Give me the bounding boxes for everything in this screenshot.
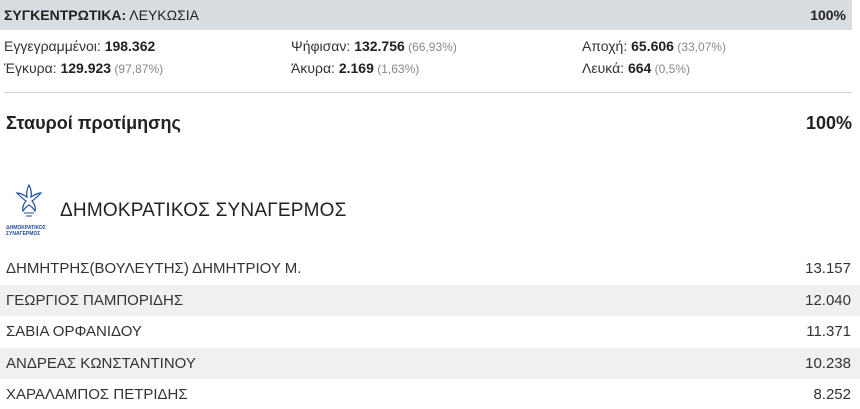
candidate-votes: 11.371 [806, 323, 851, 341]
stat-invalid-value: 2.169 [338, 60, 374, 76]
preferences-header: Σταυροί προτίμησης 100% [6, 110, 852, 136]
stat-invalid-label: Άκυρα: [291, 60, 339, 76]
summary-district: ΛΕΥΚΩΣΙΑ [126, 7, 199, 23]
candidate-votes: 13.157 [805, 260, 851, 278]
party-name: ΔΗΜΟΚΡΑΤΙΚΟΣ ΣΥΝΑΓΕΡΜΟΣ [60, 200, 347, 221]
preferences-percent: 100% [805, 112, 852, 133]
stat-registered-label: Εγγεγραμμένοι: [4, 38, 105, 54]
stat-blank-pct: (0,5%) [651, 62, 690, 76]
candidate-votes: 12.040 [805, 291, 851, 309]
candidate-row: ΔΗΜΗΤΡΗΣ(ΒΟΥΛΕΥΤΗΣ) ΔΗΜΗΤΡΙΟΥ Μ. 13.157 [0, 253, 860, 285]
candidate-name: ΣΑΒΙΑ ΟΡΦΑΝΙΔΟΥ [6, 323, 142, 341]
stat-voted-pct: (66,93%) [404, 40, 457, 54]
stat-valid-label: Έγκυρα: [4, 60, 61, 76]
stat-voted-value: 132.756 [354, 38, 405, 54]
candidate-votes: 8.252 [813, 386, 851, 404]
candidate-row: ΓΕΩΡΓΙΟΣ ΠΑΜΠΟΡΙΔΗΣ 12.040 [0, 284, 860, 316]
candidate-row: ΣΑΒΙΑ ΟΡΦΑΝΙΔΟΥ 11.371 [0, 316, 860, 348]
preferences-title: Σταυροί προτίμησης [6, 112, 181, 133]
stat-voted-label: Ψήφισαν: [291, 38, 355, 54]
stat-blank-label: Λευκά: [582, 60, 628, 76]
party-logo-emblem-icon [15, 183, 43, 217]
stat-registered-value: 198.362 [104, 38, 156, 54]
stat-abstained-value: 65.606 [631, 38, 674, 54]
party-header: ΔΗΜΟΚΡΑΤΙΚΟΣ ΣΥΝΑΓΕΡΜΟΣ ΔΗΜΟΚΡΑΤΙΚΟΣ ΣΥΝ… [6, 182, 347, 240]
candidate-name: ΑΝΔΡΕΑΣ ΚΩΝΣΤΑΝΤΙΝΟΥ [6, 354, 196, 372]
candidate-name: ΓΕΩΡΓΙΟΣ ΠΑΜΠΟΡΙΔΗΣ [6, 291, 184, 309]
stat-voted: Ψήφισαν: 132.756 (66,93%) [291, 38, 457, 54]
stat-blank: Λευκά: 664 (0,5%) [582, 60, 690, 76]
stat-abstained-pct: (33,07%) [673, 40, 726, 54]
party-logo-line2: ΣΥΝΑΓΕΡΜΟΣ [6, 231, 41, 237]
summary-label-bold: ΣΥΓΚΕΝΤΡΩΤΙΚΑ: [4, 7, 127, 23]
stat-abstained: Αποχή: 65.606 (33,07%) [582, 38, 726, 54]
candidate-list: ΔΗΜΗΤΡΗΣ(ΒΟΥΛΕΥΤΗΣ) ΔΗΜΗΤΡΙΟΥ Μ. 13.157 … [0, 253, 860, 409]
stat-registered: Εγγεγραμμένοι: 198.362 [4, 38, 155, 54]
party-logo: ΔΗΜΟΚΡΑΤΙΚΟΣ ΣΥΝΑΓΕΡΜΟΣ [6, 183, 50, 239]
divider [4, 92, 852, 93]
candidate-votes: 10.238 [805, 354, 851, 372]
party-logo-text: ΔΗΜΟΚΡΑΤΙΚΟΣ ΣΥΝΑΓΕΡΜΟΣ [6, 225, 52, 237]
stat-valid-pct: (97,87%) [111, 62, 164, 76]
turnout-stats: Εγγεγραμμένοι: 198.362 Ψήφισαν: 132.756 … [0, 36, 852, 80]
summary-label: ΣΥΓΚΕΝΤΡΩΤΙΚΑ: ΛΕΥΚΩΣΙΑ [4, 7, 199, 23]
stat-invalid: Άκυρα: 2.169 (1,63%) [291, 60, 419, 76]
summary-percent: 100% [810, 7, 846, 23]
stat-abstained-label: Αποχή: [582, 38, 632, 54]
candidate-name: ΔΗΜΗΤΡΗΣ(ΒΟΥΛΕΥΤΗΣ) ΔΗΜΗΤΡΙΟΥ Μ. [6, 260, 302, 278]
candidate-row: ΧΑΡΑΛΑΜΠΟΣ ΠΕΤΡΙΔΗΣ 8.252 [0, 379, 860, 409]
candidate-name: ΧΑΡΑΛΑΜΠΟΣ ΠΕΤΡΙΔΗΣ [6, 386, 188, 404]
stat-blank-value: 664 [627, 60, 652, 76]
stat-invalid-pct: (1,63%) [373, 62, 420, 76]
candidate-row: ΑΝΔΡΕΑΣ ΚΩΝΣΤΑΝΤΙΝΟΥ 10.238 [0, 347, 860, 379]
stat-valid-value: 129.923 [60, 60, 112, 76]
summary-bar: ΣΥΓΚΕΝΤΡΩΤΙΚΑ: ΛΕΥΚΩΣΙΑ 100% [0, 0, 852, 30]
stat-valid: Έγκυρα: 129.923 (97,87%) [4, 60, 163, 76]
